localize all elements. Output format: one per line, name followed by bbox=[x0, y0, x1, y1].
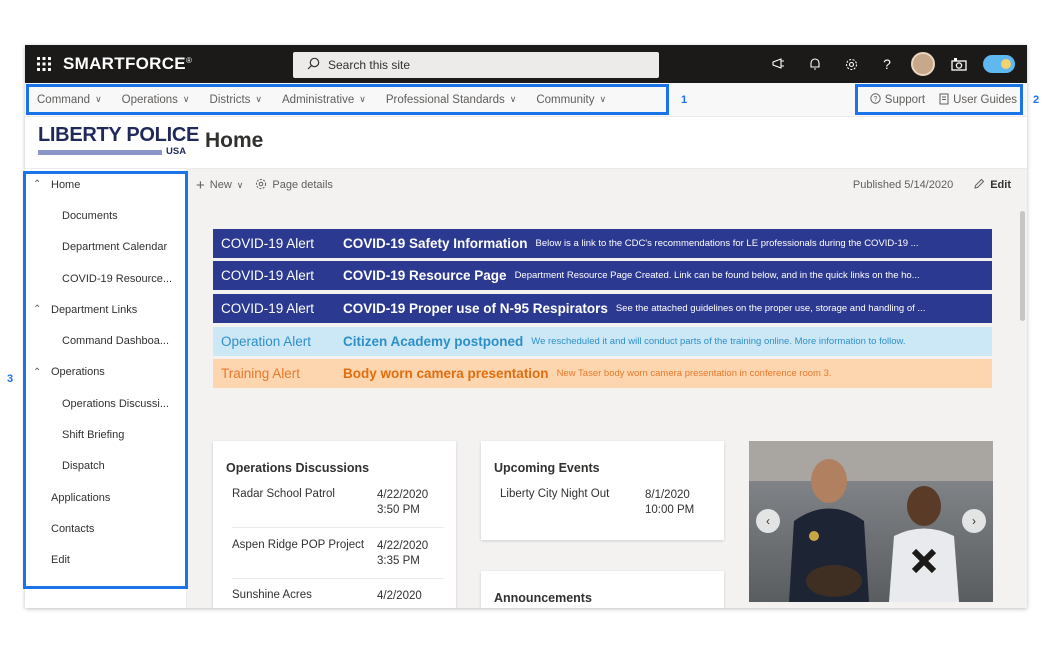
alert-description: New Taser body worn camera presentation … bbox=[556, 368, 832, 379]
photo-carousel[interactable]: ‹ › bbox=[749, 441, 993, 602]
divider bbox=[232, 527, 444, 528]
gear-icon bbox=[255, 178, 267, 193]
alert-type: COVID-19 Alert bbox=[221, 268, 315, 283]
alert-title: Body worn camera presentation bbox=[343, 366, 549, 381]
published-status: Published 5/14/2020 bbox=[852, 179, 954, 191]
alert-title: COVID-19 Safety Information bbox=[343, 236, 528, 251]
callout-number: 2 bbox=[1033, 94, 1040, 106]
logo-subtext: USA bbox=[166, 146, 187, 157]
alert-title: COVID-19 Resource Page bbox=[343, 268, 507, 283]
callout-number: 1 bbox=[681, 94, 688, 106]
new-button[interactable]: + New ∨ bbox=[196, 177, 243, 194]
site-title[interactable]: Home bbox=[205, 129, 263, 153]
alert-banner[interactable]: COVID-19 Alert COVID-19 Resource Page Depa… bbox=[213, 261, 992, 290]
item-name: Radar School Patrol bbox=[232, 488, 335, 500]
item-date: 4/22/2020 bbox=[377, 489, 429, 501]
callout-box-support-links bbox=[855, 84, 1023, 115]
alert-banner[interactable]: Operation Alert Citizen Academy postponed… bbox=[213, 327, 992, 356]
gear-icon[interactable] bbox=[833, 45, 869, 83]
list-item[interactable]: Aspen Ridge POP Project 4/22/2020 3:35 PM bbox=[232, 539, 428, 569]
alert-type: Training Alert bbox=[221, 366, 301, 381]
chevron-down-icon: ∨ bbox=[236, 179, 244, 190]
alert-description: We rescheduled it and will conduct parts… bbox=[531, 336, 906, 347]
help-icon[interactable]: ? bbox=[869, 45, 905, 83]
card-heading[interactable]: Operations Discussions bbox=[226, 461, 369, 475]
search-box[interactable]: Search this site bbox=[293, 52, 659, 78]
item-time: 3:35 PM bbox=[377, 555, 420, 567]
callout-box-left-nav bbox=[23, 171, 188, 589]
page-details-label: Page details bbox=[272, 179, 333, 191]
bell-icon[interactable] bbox=[797, 45, 833, 83]
brand-name[interactable]: SMARTFORCE bbox=[63, 54, 186, 74]
alert-banner[interactable]: Training Alert Body worn camera presentat… bbox=[213, 359, 992, 388]
alert-description: See the attached guidelines on the prope… bbox=[615, 303, 926, 314]
item-name: Aspen Ridge POP Project bbox=[232, 539, 365, 551]
item-name: Sunshine Acres bbox=[232, 589, 312, 601]
item-time: 10:00 PM bbox=[645, 504, 695, 516]
upcoming-events-card: Upcoming Events Liberty City Night Out 8… bbox=[481, 441, 724, 540]
item-date: 4/2/2020 bbox=[377, 590, 422, 602]
announcements-card: Announcements bbox=[481, 571, 724, 608]
megaphone-icon[interactable] bbox=[761, 45, 797, 83]
item-name: Liberty City Night Out bbox=[500, 488, 610, 500]
card-heading[interactable]: Upcoming Events bbox=[494, 461, 600, 475]
item-time: 3:50 PM bbox=[377, 504, 420, 516]
alert-type: COVID-19 Alert bbox=[221, 301, 315, 316]
divider bbox=[232, 578, 444, 579]
edit-button[interactable]: Edit bbox=[973, 178, 1011, 193]
alert-title: COVID-19 Proper use of N-95 Respirators bbox=[343, 301, 608, 316]
alert-banner[interactable]: COVID-19 Alert COVID-19 Proper use of N-9… bbox=[213, 294, 992, 323]
theme-toggle[interactable] bbox=[977, 45, 1021, 83]
search-icon bbox=[307, 57, 328, 73]
alert-description: Below is a link to the CDC's recommendat… bbox=[535, 238, 919, 249]
command-bar: + New ∨ Page details Published 5/14/2020… bbox=[188, 169, 1027, 201]
item-date: 4/22/2020 bbox=[377, 540, 429, 552]
scrollbar[interactable] bbox=[1018, 201, 1027, 608]
site-header: LIBERTY POLICE USA Home bbox=[25, 117, 1027, 169]
page-content: COVID-19 Alert COVID-19 Safety Informatio… bbox=[188, 201, 1027, 608]
app-launcher-icon[interactable] bbox=[25, 45, 63, 83]
suite-bar: SMARTFORCE ® Search this site ? bbox=[25, 45, 1027, 83]
edit-label: Edit bbox=[990, 179, 1011, 191]
card-heading[interactable]: Announcements bbox=[494, 591, 592, 605]
list-item[interactable]: Sunshine Acres 4/2/2020 bbox=[232, 589, 422, 604]
alert-description: Department Resource Page Created. Link c… bbox=[514, 270, 920, 281]
site-logo[interactable]: LIBERTY POLICE USA bbox=[38, 124, 200, 164]
callout-box-hub-nav bbox=[26, 84, 669, 115]
list-item[interactable]: Radar School Patrol 4/22/2020 3:50 PM bbox=[232, 488, 428, 518]
alert-title: Citizen Academy postponed bbox=[343, 334, 524, 349]
item-date: 8/1/2020 bbox=[645, 489, 690, 501]
avatar[interactable] bbox=[905, 45, 941, 83]
page-details-button[interactable]: Page details bbox=[255, 178, 333, 193]
list-item[interactable]: Liberty City Night Out 8/1/2020 10:00 PM bbox=[500, 488, 694, 518]
new-label: New bbox=[209, 179, 232, 191]
alert-type: Operation Alert bbox=[221, 334, 312, 349]
pencil-icon bbox=[973, 178, 985, 193]
logo-text: LIBERTY POLICE bbox=[38, 124, 200, 146]
brand-mark: ® bbox=[185, 55, 192, 65]
callout-number: 3 bbox=[7, 373, 14, 385]
scrollbar-thumb[interactable] bbox=[1020, 211, 1025, 321]
camera-icon[interactable] bbox=[941, 45, 977, 83]
carousel-next-button[interactable]: › bbox=[962, 509, 986, 533]
operations-discussions-card: Operations Discussions Radar School Patr… bbox=[213, 441, 456, 608]
alert-banner[interactable]: COVID-19 Alert COVID-19 Safety Informatio… bbox=[213, 229, 992, 258]
officer-with-child-photo bbox=[749, 441, 993, 602]
alert-type: COVID-19 Alert bbox=[221, 236, 315, 251]
logo-bar bbox=[38, 150, 162, 155]
plus-icon: + bbox=[196, 176, 205, 194]
search-placeholder: Search this site bbox=[328, 58, 411, 72]
carousel-previous-button[interactable]: ‹ bbox=[756, 509, 780, 533]
